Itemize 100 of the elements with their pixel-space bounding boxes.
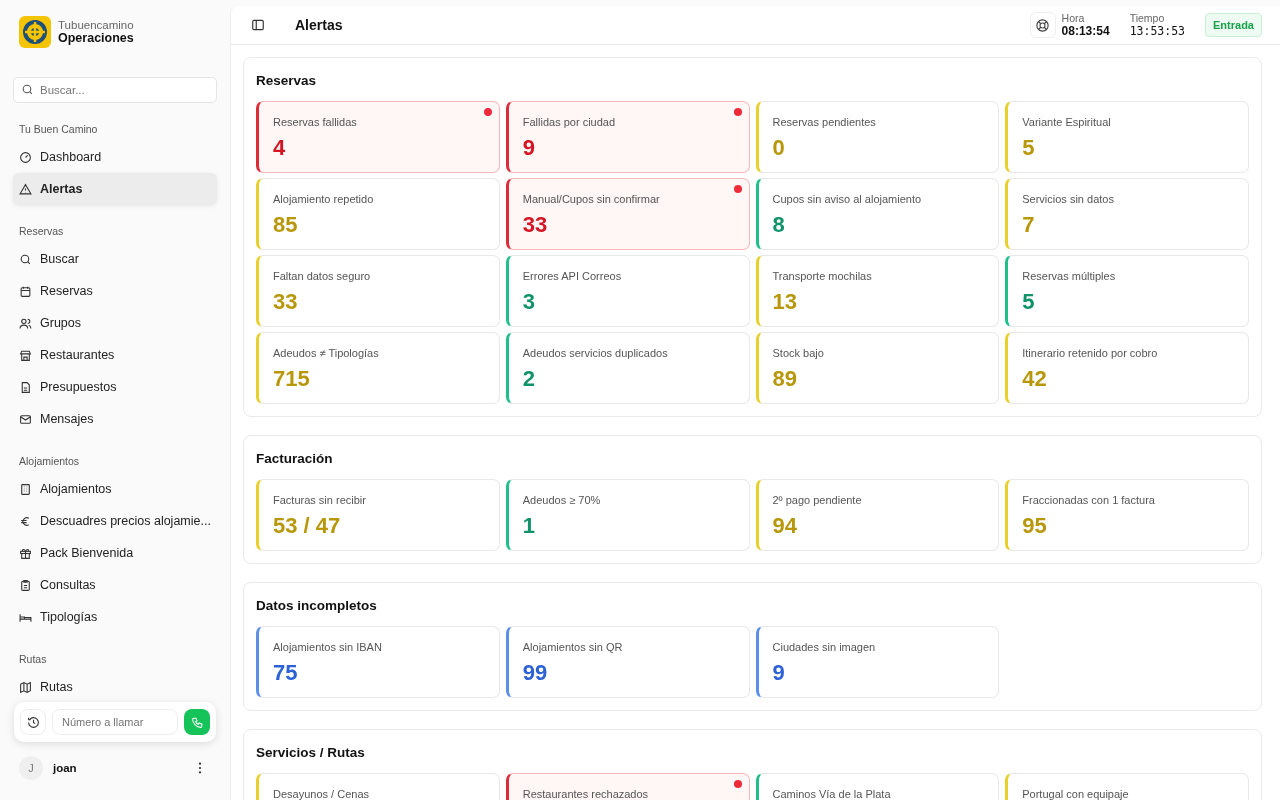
alert-card[interactable]: Itinerario retenido por cobro 42 [1005, 332, 1249, 404]
nav-icon [19, 546, 32, 560]
sidebar-item[interactable]: Mensajes [13, 403, 217, 435]
card-label: Adeudos ≥ 70% [522, 494, 602, 506]
card-label: Caminos Vía de la Plata [772, 788, 892, 800]
sidebar-item[interactable]: Presupuestos [13, 371, 217, 403]
alert-card[interactable]: Desayunos / Cenas [256, 773, 500, 800]
card-value: 94 [772, 513, 798, 539]
alert-card[interactable]: Servicios sin datos 7 [1005, 178, 1249, 250]
section-title: Reservas [256, 73, 318, 88]
sidebar-item[interactable]: Reservas [13, 275, 217, 307]
alert-card[interactable]: Transporte mochilas 13 [755, 255, 1000, 327]
clock-time: 08:13:54 [1061, 24, 1110, 38]
card-label: Reservas múltiples [1022, 270, 1117, 282]
alert-card[interactable]: Adeudos servicios duplicados 2 [505, 332, 750, 404]
card-value: 33 [273, 289, 299, 315]
sidebar-item[interactable]: Dashboard [13, 141, 217, 173]
card-value: 1 [522, 513, 536, 539]
alert-card[interactable]: Reservas múltiples 5 [1005, 255, 1249, 327]
alert-card[interactable]: Caminos Vía de la Plata [755, 773, 1000, 800]
card-label: Restaurantes rechazados [522, 788, 650, 800]
card-label: Manual/Cupos sin confirmar [522, 193, 661, 205]
card-value: 9 [772, 660, 786, 686]
alert-card[interactable]: Adeudos ≠ Tipologías 715 [256, 332, 500, 404]
alert-card[interactable]: Cupos sin aviso al alojamiento 8 [755, 178, 1000, 250]
sidebar-item[interactable]: Consultas [13, 569, 217, 601]
nav-icon [19, 380, 32, 394]
card-label: Ciudades sin imagen [772, 641, 877, 653]
card-label: Servicios sin datos [1022, 193, 1115, 205]
sidebar-item[interactable]: Buscar [13, 243, 217, 275]
help-button[interactable] [1029, 12, 1056, 38]
card-label: Portugal con equipaje [1022, 788, 1130, 800]
card-value: 53 / 47 [273, 513, 342, 539]
card-value: 89 [772, 366, 798, 392]
lifebuoy-icon [1035, 17, 1051, 33]
card-value: 9 [522, 135, 536, 161]
sidebar-item[interactable]: Descuadres precios alojamie... [13, 505, 217, 537]
alert-card[interactable]: Reservas fallidas 4 [256, 101, 500, 173]
alert-card[interactable]: Ciudades sin imagen 9 [755, 626, 1000, 698]
nav-icon [19, 680, 32, 694]
alert-card[interactable]: Restaurantes rechazados [505, 773, 750, 800]
page-title: Alertas [295, 17, 344, 33]
more-icon[interactable] [198, 762, 202, 774]
card-value: 0 [772, 135, 786, 161]
card-label: Facturas sin recibir [273, 494, 367, 506]
nav-icon [19, 514, 32, 528]
sidebar-item[interactable]: Restaurantes [13, 339, 217, 371]
card-label: Reservas fallidas [273, 116, 358, 128]
alert-card[interactable]: Facturas sin recibir 53 / 47 [256, 479, 500, 551]
card-value: 75 [273, 660, 299, 686]
card-label: Alojamientos sin IBAN [273, 641, 383, 653]
card-value: 85 [273, 212, 299, 238]
brand-subtitle: Operaciones [58, 31, 134, 45]
alert-card[interactable]: Alojamientos sin QR 99 [505, 626, 750, 698]
sidebar-item[interactable]: Rutas [13, 671, 217, 697]
card-label: Transporte mochilas [772, 270, 873, 282]
alert-card[interactable]: Variante Espiritual 5 [1005, 101, 1249, 173]
alert-card[interactable]: Reservas pendientes 0 [755, 101, 1000, 173]
search-field[interactable]: Buscar... [13, 77, 217, 103]
nav-icon [19, 412, 32, 426]
alert-card[interactable]: 2º pago pendiente 94 [755, 479, 1000, 551]
sidebar-item[interactable]: Alojamientos [13, 473, 217, 505]
alert-card[interactable]: Portugal con equipaje [1005, 773, 1249, 800]
sidebar-item[interactable]: Tipologías [13, 601, 217, 633]
nav-icon [19, 150, 32, 164]
history-icon [26, 715, 40, 729]
alert-card[interactable]: Fallidas por ciudad 9 [505, 101, 750, 173]
alert-card[interactable]: Manual/Cupos sin confirmar 33 [505, 178, 750, 250]
phone-number-field[interactable]: Número a llamar [52, 709, 178, 735]
alert-card[interactable]: Adeudos ≥ 70% 1 [505, 479, 750, 551]
nav-icon [19, 482, 32, 496]
nav-icon [19, 348, 32, 362]
card-label: Reservas pendientes [772, 116, 877, 128]
alert-card[interactable]: Alojamiento repetido 85 [256, 178, 500, 250]
alert-dot [483, 108, 492, 116]
sidebar-item[interactable]: Grupos [13, 307, 217, 339]
alert-card[interactable]: Stock bajo 89 [755, 332, 1000, 404]
section-title: Datos incompletos [256, 598, 378, 613]
alert-card[interactable]: Alojamientos sin IBAN 75 [256, 626, 500, 698]
card-value: 7 [1022, 212, 1036, 238]
nav-group-title: Tu Buen Camino [18, 122, 99, 137]
sidebar-item[interactable]: Alertas [13, 173, 217, 205]
card-label: Stock bajo [772, 347, 825, 359]
card-label: Itinerario retenido por cobro [1022, 347, 1159, 359]
nav-group-title: Alojamientos [18, 454, 81, 469]
alert-card[interactable]: Faltan datos seguro 33 [256, 255, 500, 327]
sidebar-toggle-icon[interactable] [251, 18, 265, 32]
alert-card[interactable]: Fraccionadas con 1 factura 95 [1005, 479, 1249, 551]
card-value: 4 [273, 135, 287, 161]
card-value: 33 [522, 212, 549, 238]
history-button[interactable] [20, 709, 46, 735]
alert-card[interactable]: Errores API Correos 3 [505, 255, 750, 327]
card-value: 5 [1022, 289, 1036, 315]
section-title: Facturación [256, 451, 334, 466]
card-label: Fallidas por ciudad [522, 116, 617, 128]
phone-icon [190, 715, 204, 729]
sidebar-item[interactable]: Pack Bienvenida [13, 537, 217, 569]
card-value: 8 [772, 212, 786, 238]
card-value: 99 [522, 660, 549, 686]
card-value: 95 [1022, 513, 1048, 539]
